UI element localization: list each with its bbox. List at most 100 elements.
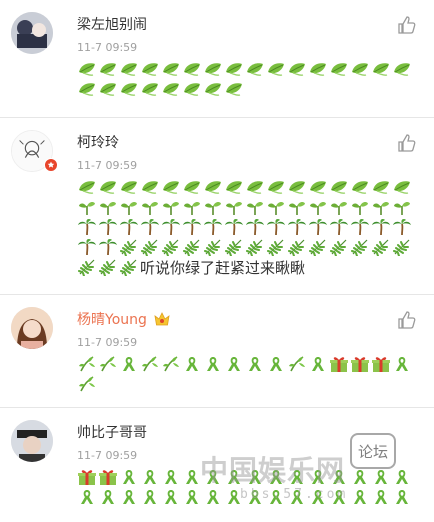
fern-icon	[287, 238, 307, 256]
like-icon[interactable]	[397, 133, 417, 153]
fern-icon	[266, 238, 286, 256]
ribbon-icon	[308, 355, 328, 373]
sprout-icon	[224, 198, 244, 216]
ribbon-icon	[308, 488, 328, 506]
ribbon-icon	[287, 468, 307, 486]
leaf-icon	[161, 178, 181, 196]
fern-icon	[329, 238, 349, 256]
emoji-group	[77, 356, 413, 394]
ribbon-icon	[140, 488, 160, 506]
bamboo-icon	[161, 355, 181, 373]
avatar[interactable]	[11, 12, 53, 54]
ribbon-icon	[266, 355, 286, 373]
fern-icon	[119, 258, 139, 276]
fern-icon	[371, 238, 391, 256]
fern-icon	[224, 238, 244, 256]
leaf-icon	[371, 60, 391, 78]
leaf-icon	[308, 178, 328, 196]
ribbon-icon	[119, 488, 139, 506]
sprout-icon	[203, 198, 223, 216]
ribbon-icon	[203, 355, 223, 373]
fern-icon	[140, 238, 160, 256]
fern-icon	[119, 238, 139, 256]
like-icon[interactable]	[397, 15, 417, 35]
fern-icon	[308, 238, 328, 256]
sprout-icon	[98, 198, 118, 216]
leaf-icon	[224, 178, 244, 196]
leaf-icon	[245, 178, 265, 196]
sprout-icon	[371, 198, 391, 216]
avatar[interactable]	[11, 420, 53, 462]
ribbon-icon	[182, 468, 202, 486]
sprout-icon	[119, 198, 139, 216]
leaf-icon	[266, 60, 286, 78]
gift-icon	[329, 355, 349, 373]
leaf-icon	[350, 60, 370, 78]
like-icon[interactable]	[397, 310, 417, 330]
leaf-icon	[287, 178, 307, 196]
ribbon-icon	[161, 468, 181, 486]
leaf-icon	[371, 178, 391, 196]
palm-tree-icon	[224, 218, 244, 236]
palm-tree-icon	[119, 218, 139, 236]
leaf-icon	[245, 60, 265, 78]
leaf-icon	[203, 60, 223, 78]
leaf-icon	[329, 60, 349, 78]
ribbon-icon	[308, 468, 328, 486]
ribbon-icon	[392, 468, 412, 486]
palm-tree-icon	[392, 218, 412, 236]
username[interactable]: 帅比子哥哥	[77, 422, 147, 442]
comment-content	[77, 60, 414, 100]
username[interactable]: 梁左旭别闹	[77, 14, 147, 34]
ribbon-icon	[119, 468, 139, 486]
leaf-icon	[182, 80, 202, 98]
leaf-icon	[140, 60, 160, 78]
palm-tree-icon	[245, 218, 265, 236]
comment-text: 听说你绿了赶紧过来瞅瞅	[140, 259, 306, 277]
sprout-icon	[329, 198, 349, 216]
sprout-icon	[140, 198, 160, 216]
leaf-icon	[119, 80, 139, 98]
avatar[interactable]	[11, 307, 53, 349]
emoji-group	[77, 61, 413, 99]
ribbon-icon	[266, 468, 286, 486]
leaf-icon	[308, 60, 328, 78]
leaf-icon	[266, 178, 286, 196]
ribbon-icon	[98, 488, 118, 506]
palm-tree-icon	[329, 218, 349, 236]
ribbon-icon	[350, 488, 370, 506]
leaf-icon	[329, 178, 349, 196]
comment-content	[77, 355, 414, 395]
ribbon-icon	[329, 468, 349, 486]
sprout-icon	[266, 198, 286, 216]
leaf-icon	[140, 178, 160, 196]
ribbon-icon	[224, 355, 244, 373]
comment-item: 梁左旭别闹 11-7 09:59	[0, 0, 434, 118]
comment-item: 帅比子哥哥 11-7 09:59	[0, 408, 434, 522]
bamboo-icon	[98, 355, 118, 373]
username[interactable]: 柯玲玲	[77, 132, 119, 152]
palm-tree-icon	[98, 238, 118, 256]
ribbon-icon	[182, 355, 202, 373]
sprout-icon	[77, 198, 97, 216]
ribbon-icon	[161, 488, 181, 506]
palm-tree-icon	[140, 218, 160, 236]
ribbon-icon	[203, 488, 223, 506]
crown-icon	[154, 312, 170, 326]
ribbon-icon	[245, 488, 265, 506]
ribbon-icon	[203, 468, 223, 486]
username[interactable]: 杨晴Young	[77, 309, 147, 329]
ribbon-icon	[224, 468, 244, 486]
gift-icon	[98, 468, 118, 486]
leaf-icon	[224, 80, 244, 98]
leaf-icon	[98, 178, 118, 196]
fern-icon	[245, 238, 265, 256]
gift-icon	[350, 355, 370, 373]
palm-tree-icon	[77, 238, 97, 256]
fern-icon	[161, 238, 181, 256]
fern-icon	[392, 238, 412, 256]
sprout-icon	[350, 198, 370, 216]
fern-icon	[98, 258, 118, 276]
palm-tree-icon	[203, 218, 223, 236]
palm-tree-icon	[161, 218, 181, 236]
